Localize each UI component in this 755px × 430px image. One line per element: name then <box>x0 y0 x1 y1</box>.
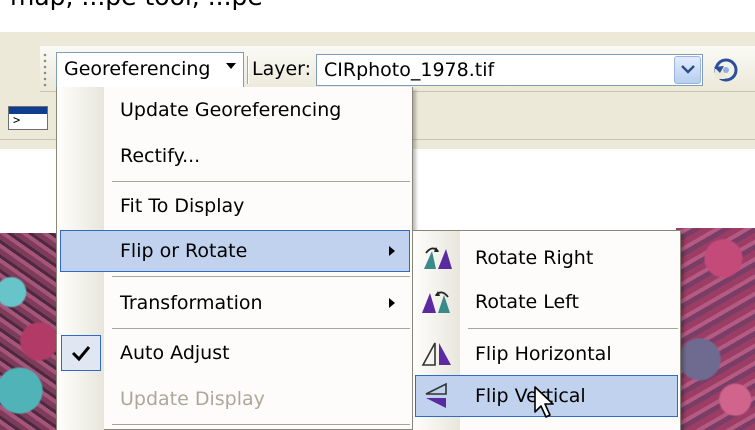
flip-horizontal-icon <box>421 342 451 366</box>
menu-item-label: Fit To Display <box>120 195 245 217</box>
submenu-arrow-icon <box>389 246 395 256</box>
submenu-separator <box>468 328 678 329</box>
menu-item-label: Transformation <box>120 292 263 314</box>
submenu-item-label: Rotate Left <box>475 291 579 313</box>
dropdown-arrow-icon <box>226 63 236 69</box>
mouse-cursor-icon <box>534 386 554 418</box>
toolbar-separator <box>247 56 249 84</box>
toolbar-grip-handle[interactable] <box>42 52 48 88</box>
submenu-item-label: Rotate Right <box>475 247 594 269</box>
menu-item-label-disabled: Update Display <box>120 388 265 410</box>
menu-separator <box>112 181 410 182</box>
submenu-arrow-icon <box>389 298 395 308</box>
georeferencing-menu-label: Georeferencing <box>64 58 211 80</box>
menu-separator <box>112 424 410 425</box>
refresh-display-button[interactable] <box>710 54 742 86</box>
menu-item-label: Auto Adjust <box>120 342 230 364</box>
submenu-item-label: Flip Vertical <box>475 385 586 407</box>
rotate-left-icon <box>422 291 450 313</box>
layer-dropdown-button[interactable] <box>674 56 701 84</box>
submenu-item-label: Flip Horizontal <box>475 343 612 365</box>
menu-item-label: Rectify... <box>120 145 201 167</box>
caption-text: map, ...pe tool, ...pe <box>10 0 263 11</box>
map-imagery-left <box>0 233 56 430</box>
map-imagery-right <box>676 228 755 430</box>
menu-item-rectify[interactable] <box>57 134 412 178</box>
rotate-right-icon <box>424 247 452 269</box>
prompt-icon: > <box>13 113 21 127</box>
menu-item-label: Flip or Rotate <box>120 240 248 262</box>
checkmark-icon <box>71 346 91 362</box>
layer-select-value: CIRphoto_1978.tif <box>324 59 495 81</box>
flip-vertical-icon <box>425 382 447 408</box>
chevron-down-icon <box>681 65 695 74</box>
menu-item-auto-adjust[interactable] <box>57 332 412 376</box>
menu-item-label: Update Georeferencing <box>120 99 342 121</box>
menu-separator <box>112 276 410 277</box>
layer-label: Layer: <box>252 58 312 80</box>
refresh-icon <box>714 58 738 82</box>
menu-separator <box>112 328 410 329</box>
